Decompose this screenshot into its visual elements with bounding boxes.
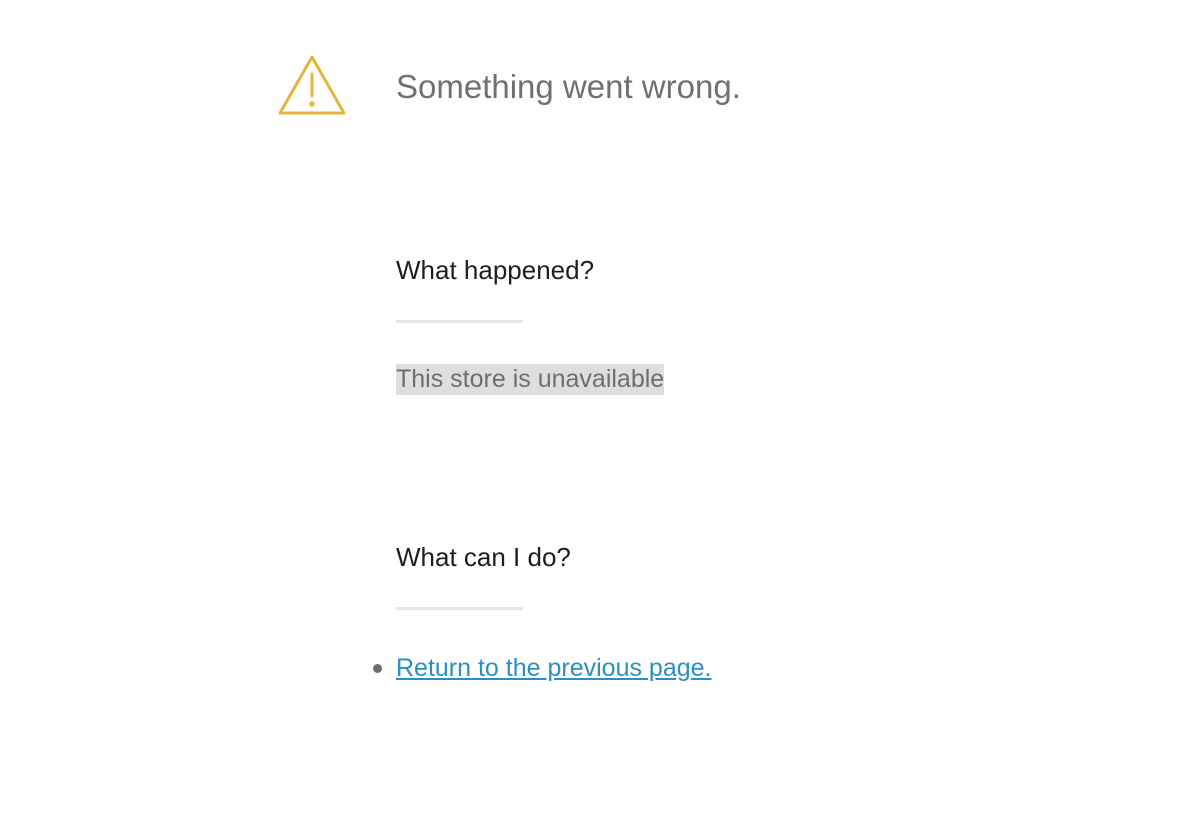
divider	[396, 320, 523, 323]
what-happened-heading: What happened?	[396, 255, 595, 285]
page-title: Something went wrong.	[396, 68, 741, 105]
what-can-i-do-heading: What can I do?	[396, 542, 571, 572]
divider	[396, 607, 523, 610]
list-bullet	[373, 664, 382, 673]
error-message: This store is unavailable	[396, 364, 665, 395]
warning-icon	[278, 55, 346, 115]
return-previous-page-link[interactable]: Return to the previous page.	[396, 652, 711, 684]
